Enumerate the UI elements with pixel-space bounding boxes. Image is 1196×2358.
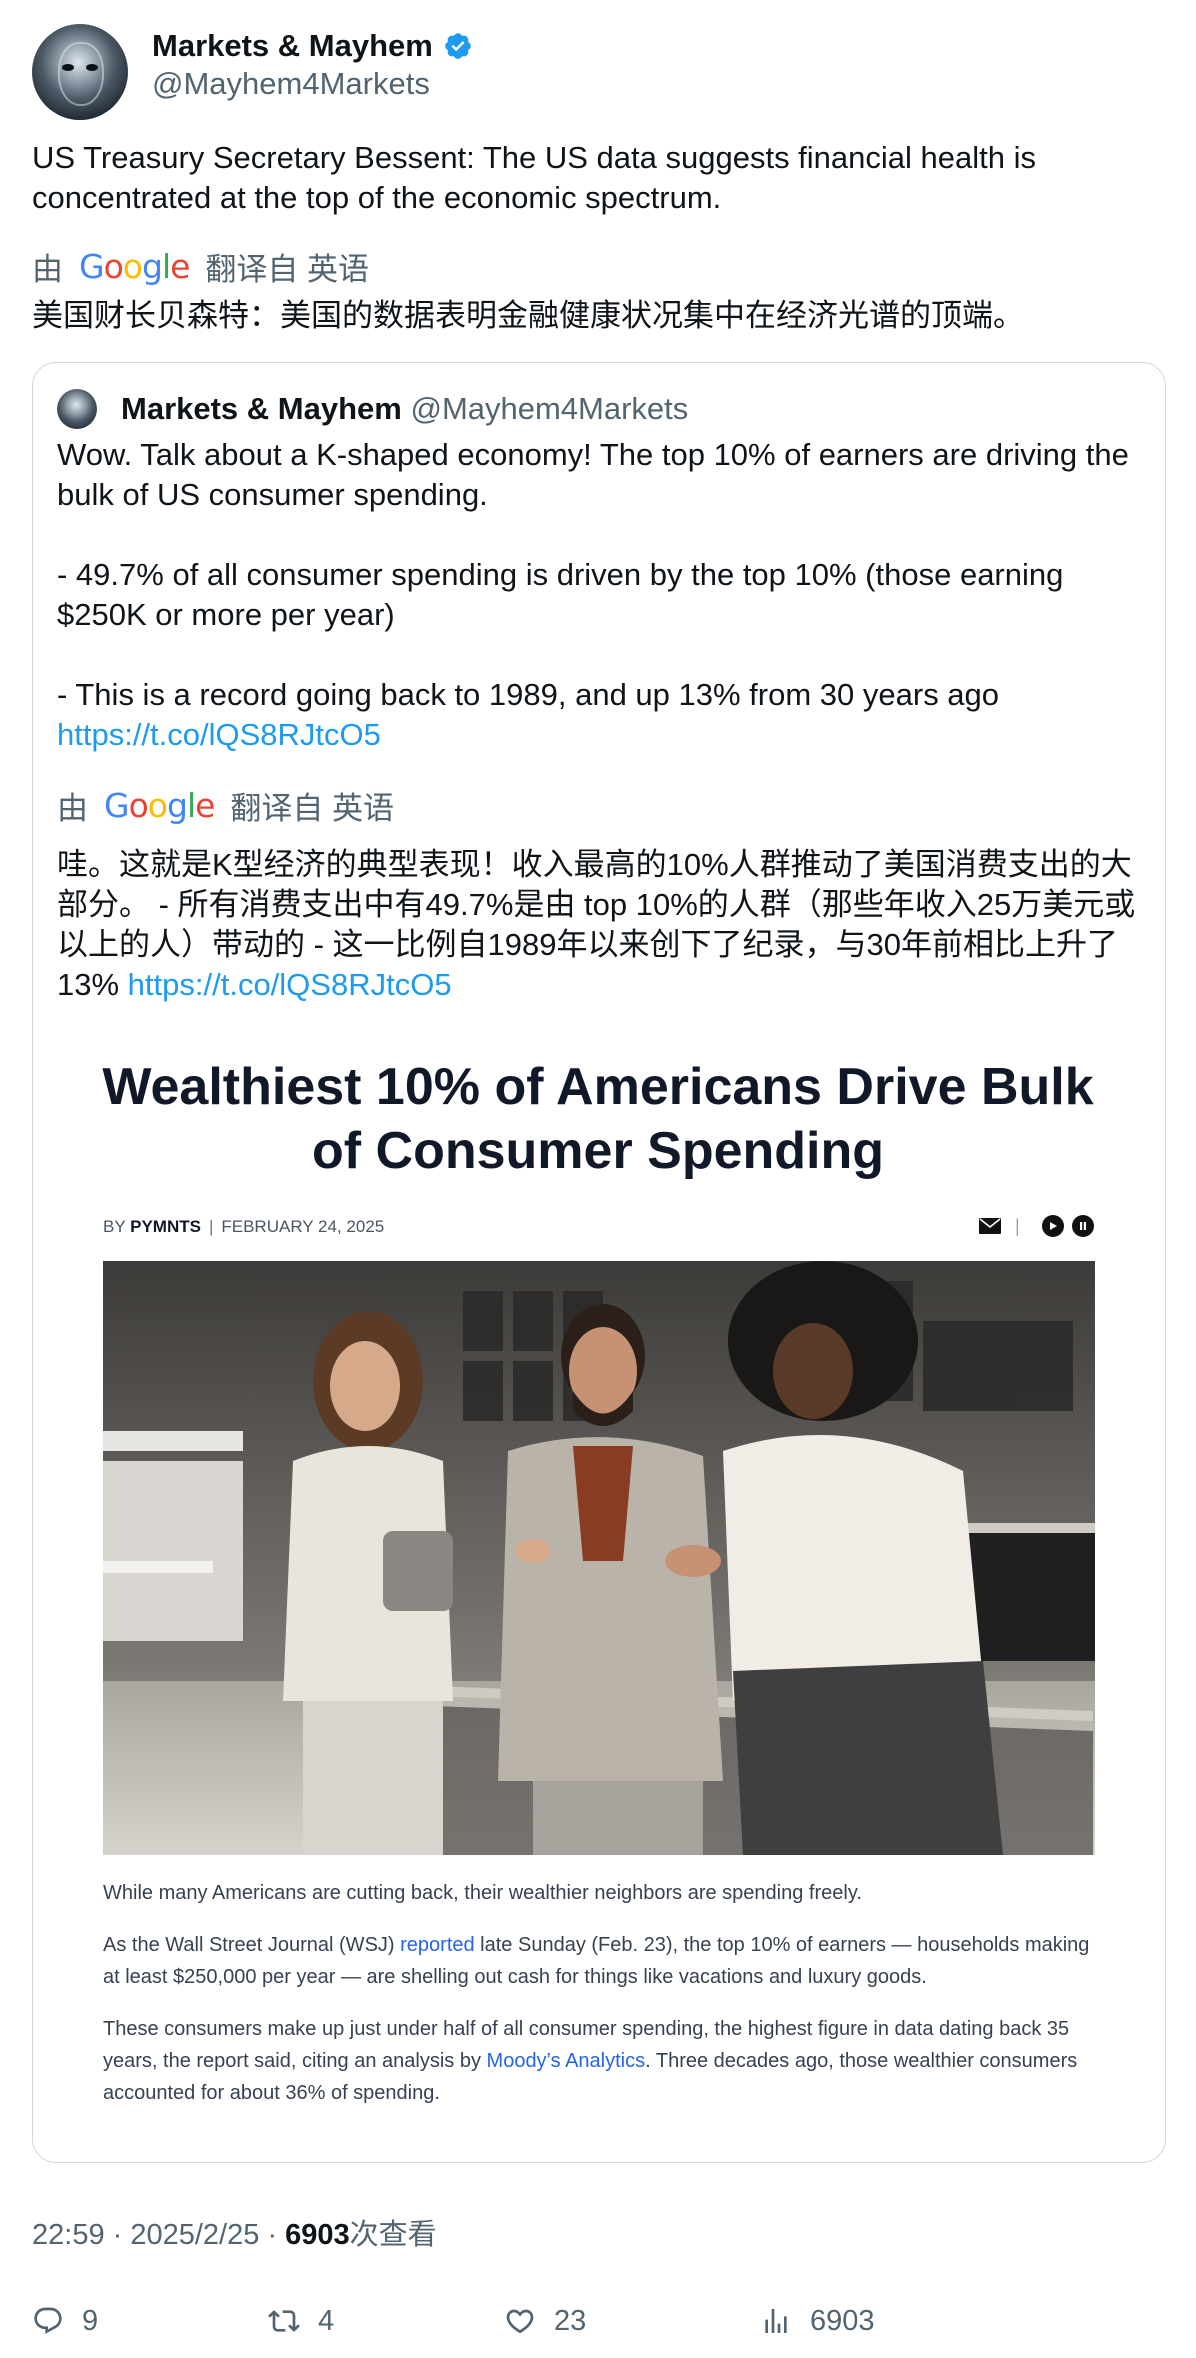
quoted-link[interactable]: https://t.co/lQS8RJtcO5 <box>57 717 381 752</box>
translation-attribution: 由 Google 翻译自 英语 <box>32 246 370 287</box>
quoted-translation-link[interactable]: https://t.co/lQS8RJtcO5 <box>128 967 452 1002</box>
verified-badge-icon <box>445 33 471 59</box>
quoted-translation: 哇。这就是K型经济的典型表现！收入最高的10%人群推动了美国消费支出的大部分。 … <box>57 845 1142 1005</box>
quoted-author-handle[interactable]: @Mayhem4Markets <box>410 391 688 426</box>
tweet-header: Markets & Mayhem @Mayhem4Markets <box>32 24 1162 124</box>
translation-source: 翻译自 英语 <box>205 251 370 287</box>
article-p1-text-a: As the Wall Street Journal (WSJ) <box>103 1934 401 1956</box>
quoted-translation-prefix: 由 <box>57 790 88 826</box>
tweet-meta: 22:59 · 2025/2/25 · 6903次查看 <box>32 2215 437 2255</box>
views-icon <box>765 2309 787 2333</box>
reply-count: 9 <box>82 2304 99 2337</box>
article-paragraph-1: As the Wall Street Journal (WSJ) reporte… <box>103 1929 1093 1993</box>
quoted-translation-attribution: 由 Google 翻译自 英语 <box>57 785 395 826</box>
article-caption: While many Americans are cutting back, t… <box>103 1882 862 1904</box>
meta-dot: · <box>267 2219 286 2251</box>
translation-prefix: 由 <box>32 251 63 287</box>
quoted-text: Wow. Talk about a K-shaped economy! The … <box>57 435 1142 755</box>
article-toolbar: | <box>979 1215 1094 1237</box>
tweet-time[interactable]: 22:59 <box>32 2219 105 2251</box>
views-count: 6903 <box>810 2304 875 2337</box>
quoted-paragraph-3: - This is a record going back to 1989, a… <box>57 675 1142 755</box>
quoted-paragraph-3-text: - This is a record going back to 1989, a… <box>57 677 1000 712</box>
avatar-face <box>58 42 104 106</box>
mail-icon <box>979 1218 1001 1234</box>
author-handle[interactable]: @Mayhem4Markets <box>152 66 430 102</box>
views-button[interactable]: 6903 <box>760 2296 875 2346</box>
play-icon <box>1041 1215 1064 1237</box>
article-paragraph-2: These consumers make up just under half … <box>103 2013 1093 2109</box>
article-photo <box>103 1261 1095 1855</box>
quoted-paragraph-1: Wow. Talk about a K-shaped economy! The … <box>57 437 1129 512</box>
pause-icon <box>1071 1215 1094 1237</box>
tweet-text: US Treasury Secretary Bessent: The US da… <box>32 140 1036 215</box>
tweet-translation: 美国财长贝森特：美国的数据表明金融健康状况集中在经济光谱的顶端。 <box>32 298 1024 333</box>
view-label: 次查看 <box>349 2219 437 2251</box>
repost-button[interactable]: 4 <box>268 2296 334 2346</box>
quoted-author[interactable]: Markets & Mayhem @Mayhem4Markets <box>121 389 688 429</box>
shoppers-at-jewelry-counter-photo <box>103 1261 1095 1855</box>
avatar-eye-right <box>86 64 98 71</box>
author-name[interactable]: Markets & Mayhem <box>152 28 433 64</box>
quoted-tweet[interactable]: Markets & Mayhem @Mayhem4Markets Wow. Ta… <box>32 362 1166 2163</box>
tweet-date[interactable]: 2025/2/25 <box>130 2219 259 2251</box>
byline-date: FEBRUARY 24, 2025 <box>221 1217 385 1236</box>
article-p2-link[interactable]: Moody’s Analytics <box>487 2050 646 2072</box>
repost-icon <box>268 2310 300 2332</box>
quoted-avatar[interactable] <box>57 389 97 429</box>
reply-button[interactable]: 9 <box>32 2296 98 2346</box>
meta-dot: · <box>112 2219 131 2251</box>
avatar[interactable] <box>32 24 128 120</box>
quoted-paragraph-2: - 49.7% of all consumer spending is driv… <box>57 557 1064 632</box>
reply-icon <box>34 2307 62 2334</box>
google-logo: Google <box>104 785 215 825</box>
byline-author: PYMNTS <box>130 1217 201 1236</box>
like-count: 23 <box>554 2304 587 2337</box>
avatar-eye-left <box>62 64 74 71</box>
google-logo: Google <box>79 246 190 286</box>
author-name-row[interactable]: Markets & Mayhem <box>152 26 473 66</box>
article-byline: BY PYMNTS | FEBRUARY 24, 2025 <box>103 1217 385 1236</box>
like-button[interactable]: 23 <box>504 2296 586 2346</box>
view-count: 6903 <box>285 2219 350 2251</box>
like-icon <box>506 2309 534 2334</box>
article-title: Wealthiest 10% of Americans Drive Bulk o… <box>102 1058 1094 1180</box>
quoted-author-name[interactable]: Markets & Mayhem <box>121 391 402 426</box>
action-bar: 9 4 23 6903 <box>32 2296 1162 2346</box>
quoted-translation-source: 翻译自 英语 <box>230 790 395 826</box>
byline-by: BY <box>103 1217 126 1236</box>
article-p1-link[interactable]: reported <box>400 1934 475 1956</box>
repost-count: 4 <box>318 2304 335 2337</box>
